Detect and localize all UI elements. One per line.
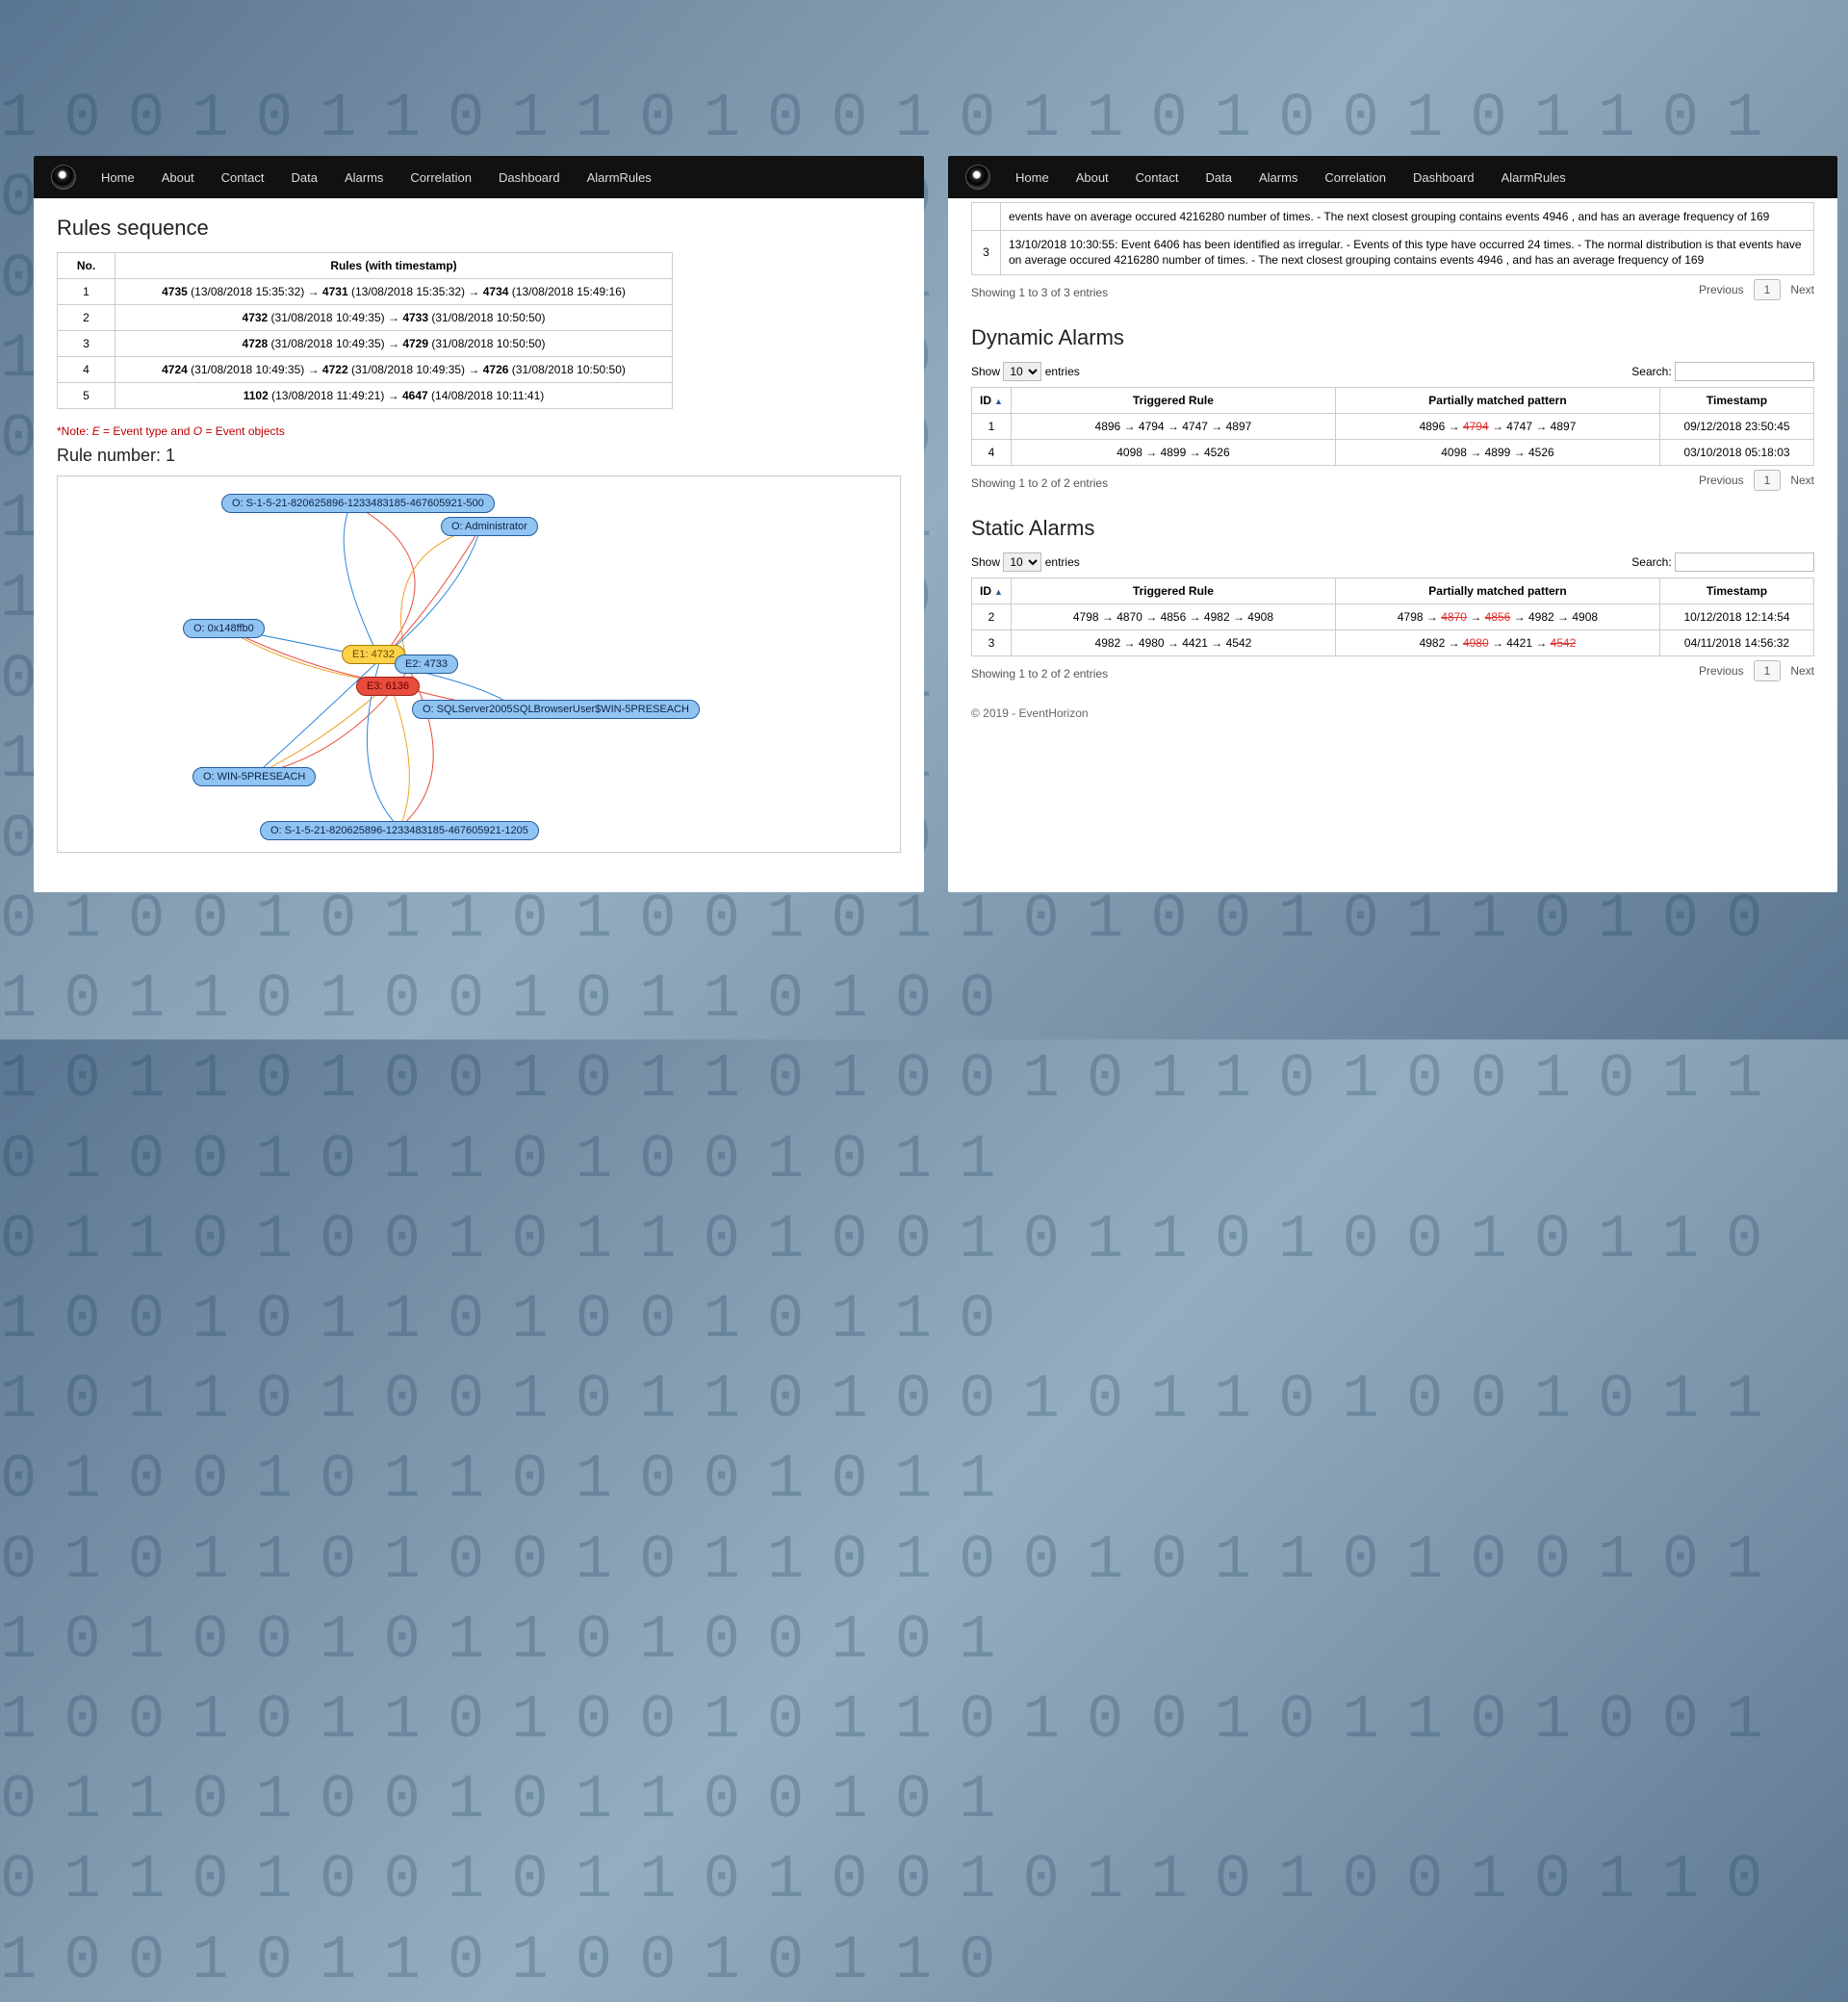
table-row: 313/10/2018 10:30:55: Event 6406 has bee… [972, 231, 1814, 274]
nav-link-contact[interactable]: Contact [208, 161, 278, 194]
nav-link-data[interactable]: Data [277, 161, 330, 194]
app-logo-icon [965, 165, 990, 190]
static-info: Showing 1 to 2 of 2 entries [971, 667, 1108, 680]
rule-graph: O: S-1-5-21-820625896-1233483185-4676059… [57, 475, 901, 853]
prev-button[interactable]: Previous [1699, 664, 1744, 678]
next-button[interactable]: Next [1790, 283, 1814, 296]
nav-link-about[interactable]: About [1063, 161, 1122, 194]
static-table-footer: Showing 1 to 2 of 2 entries Previous 1 N… [971, 660, 1814, 681]
table-row: 14735 (13/08/2018 15:35:32) → 4731 (13/0… [58, 279, 673, 305]
anomaly-pager: Previous 1 Next [1699, 279, 1814, 300]
rules-sequence-table: No. Rules (with timestamp) 14735 (13/08/… [57, 252, 673, 409]
dynamic-pager: Previous 1 Next [1699, 470, 1814, 491]
dynamic-table-footer: Showing 1 to 2 of 2 entries Previous 1 N… [971, 470, 1814, 491]
prev-button[interactable]: Previous [1699, 474, 1744, 487]
navbar-left: HomeAboutContactDataAlarmsCorrelationDas… [34, 156, 924, 198]
static-search-input[interactable] [1675, 552, 1814, 572]
table-row: 44724 (31/08/2018 10:49:35) → 4722 (31/0… [58, 357, 673, 383]
static-alarms-table: ID▲ Triggered Rule Partially matched pat… [971, 578, 1814, 656]
col-pattern[interactable]: Partially matched pattern [1335, 578, 1659, 603]
col-no: No. [58, 253, 116, 279]
table-row: 51102 (13/08/2018 11:49:21) → 4647 (14/0… [58, 383, 673, 409]
nav-link-correlation[interactable]: Correlation [1311, 161, 1399, 194]
prev-button[interactable]: Previous [1699, 283, 1744, 296]
graph-node[interactable]: O: S-1-5-21-820625896-1233483185-4676059… [221, 494, 495, 513]
navbar-right: HomeAboutContactDataAlarmsCorrelationDas… [948, 156, 1837, 198]
dynamic-entries-select[interactable]: 10 [1003, 362, 1041, 381]
graph-node[interactable]: O: S-1-5-21-820625896-1233483185-4676059… [260, 821, 539, 840]
col-pattern[interactable]: Partially matched pattern [1335, 387, 1659, 413]
table-row: 24732 (31/08/2018 10:49:35) → 4733 (31/0… [58, 305, 673, 331]
dynamic-alarms-title: Dynamic Alarms [971, 325, 1814, 350]
dynamic-alarms-table: ID▲ Triggered Rule Partially matched pat… [971, 387, 1814, 466]
col-rule[interactable]: Triggered Rule [1011, 578, 1335, 603]
footer-copyright: © 2019 - EventHorizon [971, 706, 1814, 720]
rule-number-title: Rule number: 1 [57, 446, 901, 466]
nav-link-home[interactable]: Home [88, 161, 148, 194]
table-row: 24798 → 4870 → 4856 → 4982 → 49084798 → … [972, 603, 1814, 629]
static-controls: Show 10 entries Search: [971, 552, 1814, 572]
anomaly-info: Showing 1 to 3 of 3 entries [971, 286, 1108, 299]
static-pager: Previous 1 Next [1699, 660, 1814, 681]
next-button[interactable]: Next [1790, 474, 1814, 487]
anomaly-table: events have on average occured 4216280 n… [971, 202, 1814, 275]
panel-alarms: HomeAboutContactDataAlarmsCorrelationDas… [948, 156, 1837, 892]
nav-link-about[interactable]: About [148, 161, 208, 194]
col-ts[interactable]: Timestamp [1660, 387, 1814, 413]
nav-link-dashboard[interactable]: Dashboard [485, 161, 574, 194]
col-ts[interactable]: Timestamp [1660, 578, 1814, 603]
col-rules: Rules (with timestamp) [116, 253, 673, 279]
graph-node[interactable]: O: SQLServer2005SQLBrowserUser$WIN-5PRES… [412, 700, 700, 719]
left-content: Rules sequence No. Rules (with timestamp… [34, 198, 924, 870]
nav-link-alarms[interactable]: Alarms [1245, 161, 1311, 194]
nav-link-correlation[interactable]: Correlation [397, 161, 485, 194]
dynamic-info: Showing 1 to 2 of 2 entries [971, 476, 1108, 490]
table-row: 34728 (31/08/2018 10:49:35) → 4729 (31/0… [58, 331, 673, 357]
table-row: events have on average occured 4216280 n… [972, 203, 1814, 231]
col-id[interactable]: ID▲ [972, 387, 1012, 413]
graph-node[interactable]: E2: 4733 [395, 654, 458, 674]
rules-sequence-title: Rules sequence [57, 216, 901, 241]
col-rule[interactable]: Triggered Rule [1011, 387, 1335, 413]
graph-node[interactable]: O: WIN-5PRESEACH [192, 767, 316, 786]
col-id[interactable]: ID▲ [972, 578, 1012, 603]
page-number[interactable]: 1 [1754, 660, 1782, 681]
nav-link-home[interactable]: Home [1002, 161, 1063, 194]
table-row: 34982 → 4980 → 4421 → 45424982 → 4980 → … [972, 629, 1814, 655]
dynamic-search-input[interactable] [1675, 362, 1814, 381]
table-row: 44098 → 4899 → 45264098 → 4899 → 452603/… [972, 439, 1814, 465]
note-text: *Note: E = Event type and O = Event obje… [57, 424, 901, 438]
dynamic-controls: Show 10 entries Search: [971, 362, 1814, 381]
page-number[interactable]: 1 [1754, 470, 1782, 491]
static-entries-select[interactable]: 10 [1003, 552, 1041, 572]
static-alarms-title: Static Alarms [971, 516, 1814, 541]
anomaly-table-footer: Showing 1 to 3 of 3 entries Previous 1 N… [971, 279, 1814, 300]
nav-link-contact[interactable]: Contact [1122, 161, 1193, 194]
next-button[interactable]: Next [1790, 664, 1814, 678]
panel-rules-sequence: HomeAboutContactDataAlarmsCorrelationDas… [34, 156, 924, 892]
app-logo-icon [51, 165, 76, 190]
nav-link-alarmrules[interactable]: AlarmRules [574, 161, 665, 194]
graph-node[interactable]: E3: 6136 [356, 677, 420, 696]
right-content: events have on average occured 4216280 n… [948, 198, 1837, 737]
nav-link-alarmrules[interactable]: AlarmRules [1488, 161, 1579, 194]
nav-link-alarms[interactable]: Alarms [331, 161, 397, 194]
table-row: 14896 → 4794 → 4747 → 48974896 → 4794 → … [972, 413, 1814, 439]
graph-node[interactable]: O: Administrator [441, 517, 538, 536]
graph-node[interactable]: O: 0x148ffb0 [183, 619, 265, 638]
nav-link-data[interactable]: Data [1192, 161, 1245, 194]
nav-link-dashboard[interactable]: Dashboard [1399, 161, 1488, 194]
page-number[interactable]: 1 [1754, 279, 1782, 300]
